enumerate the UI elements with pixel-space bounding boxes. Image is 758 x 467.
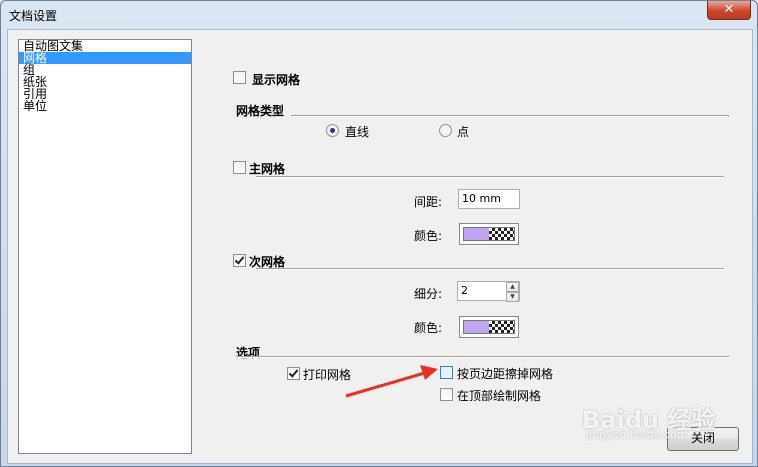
baidu-watermark-url: jingyan.baidu.com <box>586 428 688 441</box>
annotation-arrow-icon <box>345 365 438 398</box>
